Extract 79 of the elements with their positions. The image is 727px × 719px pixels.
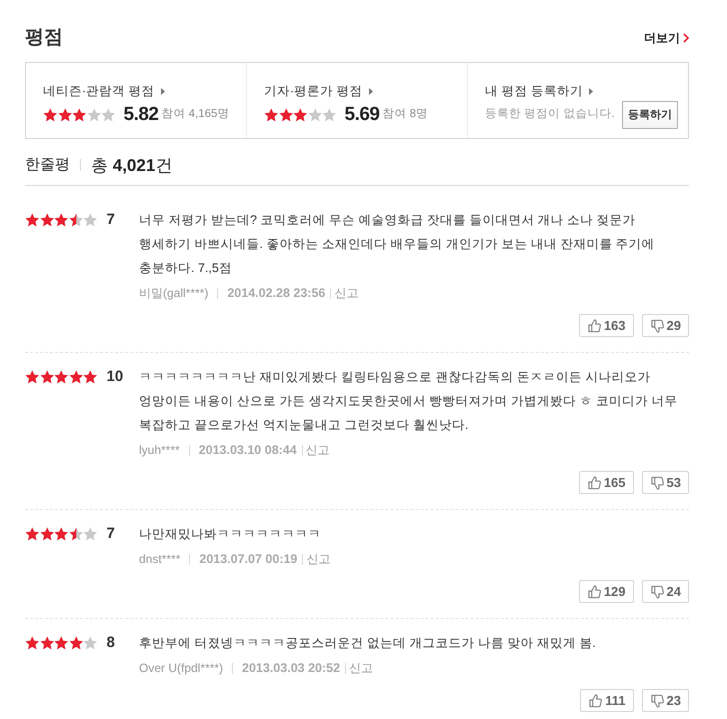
star-icon: [293, 108, 308, 122]
star-icon: [264, 108, 278, 122]
like-button[interactable]: 163: [578, 314, 634, 337]
star-icon: [40, 213, 54, 227]
star-icon: [68, 370, 83, 384]
review-score: 10: [106, 366, 124, 387]
review-text: 후반부에 터졌넹ㅋㅋㅋㅋ공포스러운건 없는데 개그코드가 나름 맞아 재밌게 봄.: [139, 635, 597, 652]
author-name: lyuh****: [139, 442, 180, 459]
star-icon: [72, 108, 86, 122]
thumbs-up-icon: [588, 584, 601, 598]
review-date: 2013.07.07 00:19: [199, 550, 298, 568]
thumbs-up-icon: [589, 694, 602, 708]
review-text: ㅋㅋㅋㅋㅋㅋㅋㅋ난 재미있게봤다 킬링타임용으로 괜찮다감독의 돈ㅈㄹ이든 시나리오가 엉망이든 내용이 산으로 가든 생각지도못한곳에서 빵빵터져가며 가볍게봤다 ㅎ 코미디가 너무 복잡하고 끝으로가선 억지눈물내고 그런것보다 훨씬낫다.: [139, 369, 678, 434]
star-icon: [83, 527, 98, 541]
thumbs-down-icon: [650, 318, 664, 332]
star-icon: [83, 213, 98, 227]
star-icon: [54, 636, 68, 650]
like-button[interactable]: 129: [578, 580, 634, 603]
star-icon: [83, 636, 98, 650]
star-icon: [101, 108, 116, 122]
like-button[interactable]: 165: [578, 471, 634, 494]
average-score: 5.82: [124, 104, 158, 126]
star-icon: [40, 370, 54, 384]
more-link[interactable]: 더보기: [644, 29, 689, 47]
star-icon: [25, 370, 40, 384]
thumbs-up-icon: [588, 318, 601, 332]
dislike-button[interactable]: 29: [642, 314, 689, 337]
triangle-right-icon: [588, 88, 593, 94]
average-score: 5.69: [344, 104, 380, 126]
author-name: Over U(fpdl****): [139, 660, 224, 677]
review-score: 8: [106, 632, 115, 653]
thumbs-down-icon: [650, 694, 664, 708]
review-text: 너무 저평가 받는데? 코믹호러에 무슨 예술영화급 잣대를 들이대면서 개나 소나 젖문가 행세하기 바쁘시네들. 좋아하는 소재인데다 배우들의 개인기가 보는 내내 잔재미를 주기에 충분하다. 7.,5점: [139, 212, 656, 277]
chevron-right-icon: [683, 33, 689, 43]
review-date: 2013.03.10 08:44: [198, 442, 297, 459]
rating-link[interactable]: 기자·평론가 평점: [264, 82, 373, 100]
triangle-right-icon: [368, 88, 373, 94]
star-icon: [25, 213, 40, 227]
star-icon: [322, 108, 336, 122]
review-score: 7: [106, 210, 115, 230]
star-icon: [25, 527, 40, 541]
half-star-icon: [68, 213, 83, 227]
author-name: 비밀(gall****): [139, 285, 208, 302]
star-icon: [54, 213, 68, 227]
star-icon: [86, 108, 101, 122]
register-button[interactable]: 등록하기: [622, 100, 678, 128]
thumbs-down-icon: [650, 476, 664, 490]
no-rating-message: 등록한 평점이 없습니다.: [485, 106, 615, 122]
review-section-title: 한줄평: [25, 155, 70, 175]
review-date: 2013.03.03 20:52: [242, 660, 340, 677]
author-name: dnst****: [139, 551, 180, 568]
review-date: 2014.02.28 23:56: [227, 284, 326, 302]
review-text: 나만재밌나봐ㅋㅋㅋㅋㅋㅋㅋㅋ: [139, 526, 322, 543]
review-score: 7: [106, 524, 115, 544]
review-total: 총 4,021건: [91, 154, 172, 176]
section-title: 평점: [25, 26, 63, 50]
star-icon: [83, 370, 98, 384]
participant-count: 참여 4,165명: [161, 106, 230, 122]
like-button[interactable]: 111: [580, 689, 634, 712]
dislike-button[interactable]: 23: [642, 689, 689, 712]
star-icon: [68, 636, 83, 650]
participant-count: 참여 8명: [382, 106, 428, 122]
star-icon: [54, 370, 68, 384]
star-icon: [40, 636, 54, 650]
thumbs-up-icon: [588, 476, 601, 490]
rating-link[interactable]: 네티즌·관람객 평점: [43, 82, 165, 100]
star-icon: [40, 527, 54, 541]
star-icon: [54, 527, 68, 541]
star-icon: [43, 108, 58, 122]
half-star-icon: [68, 527, 83, 541]
star-icon: [278, 108, 293, 122]
thumbs-down-icon: [650, 584, 664, 598]
triangle-right-icon: [160, 88, 165, 94]
rating-link[interactable]: 내 평점 등록하기: [485, 82, 593, 100]
star-icon: [308, 108, 322, 122]
star-icon: [25, 636, 40, 650]
dislike-button[interactable]: 24: [642, 580, 689, 603]
star-icon: [58, 108, 72, 122]
dislike-button[interactable]: 53: [642, 471, 689, 494]
